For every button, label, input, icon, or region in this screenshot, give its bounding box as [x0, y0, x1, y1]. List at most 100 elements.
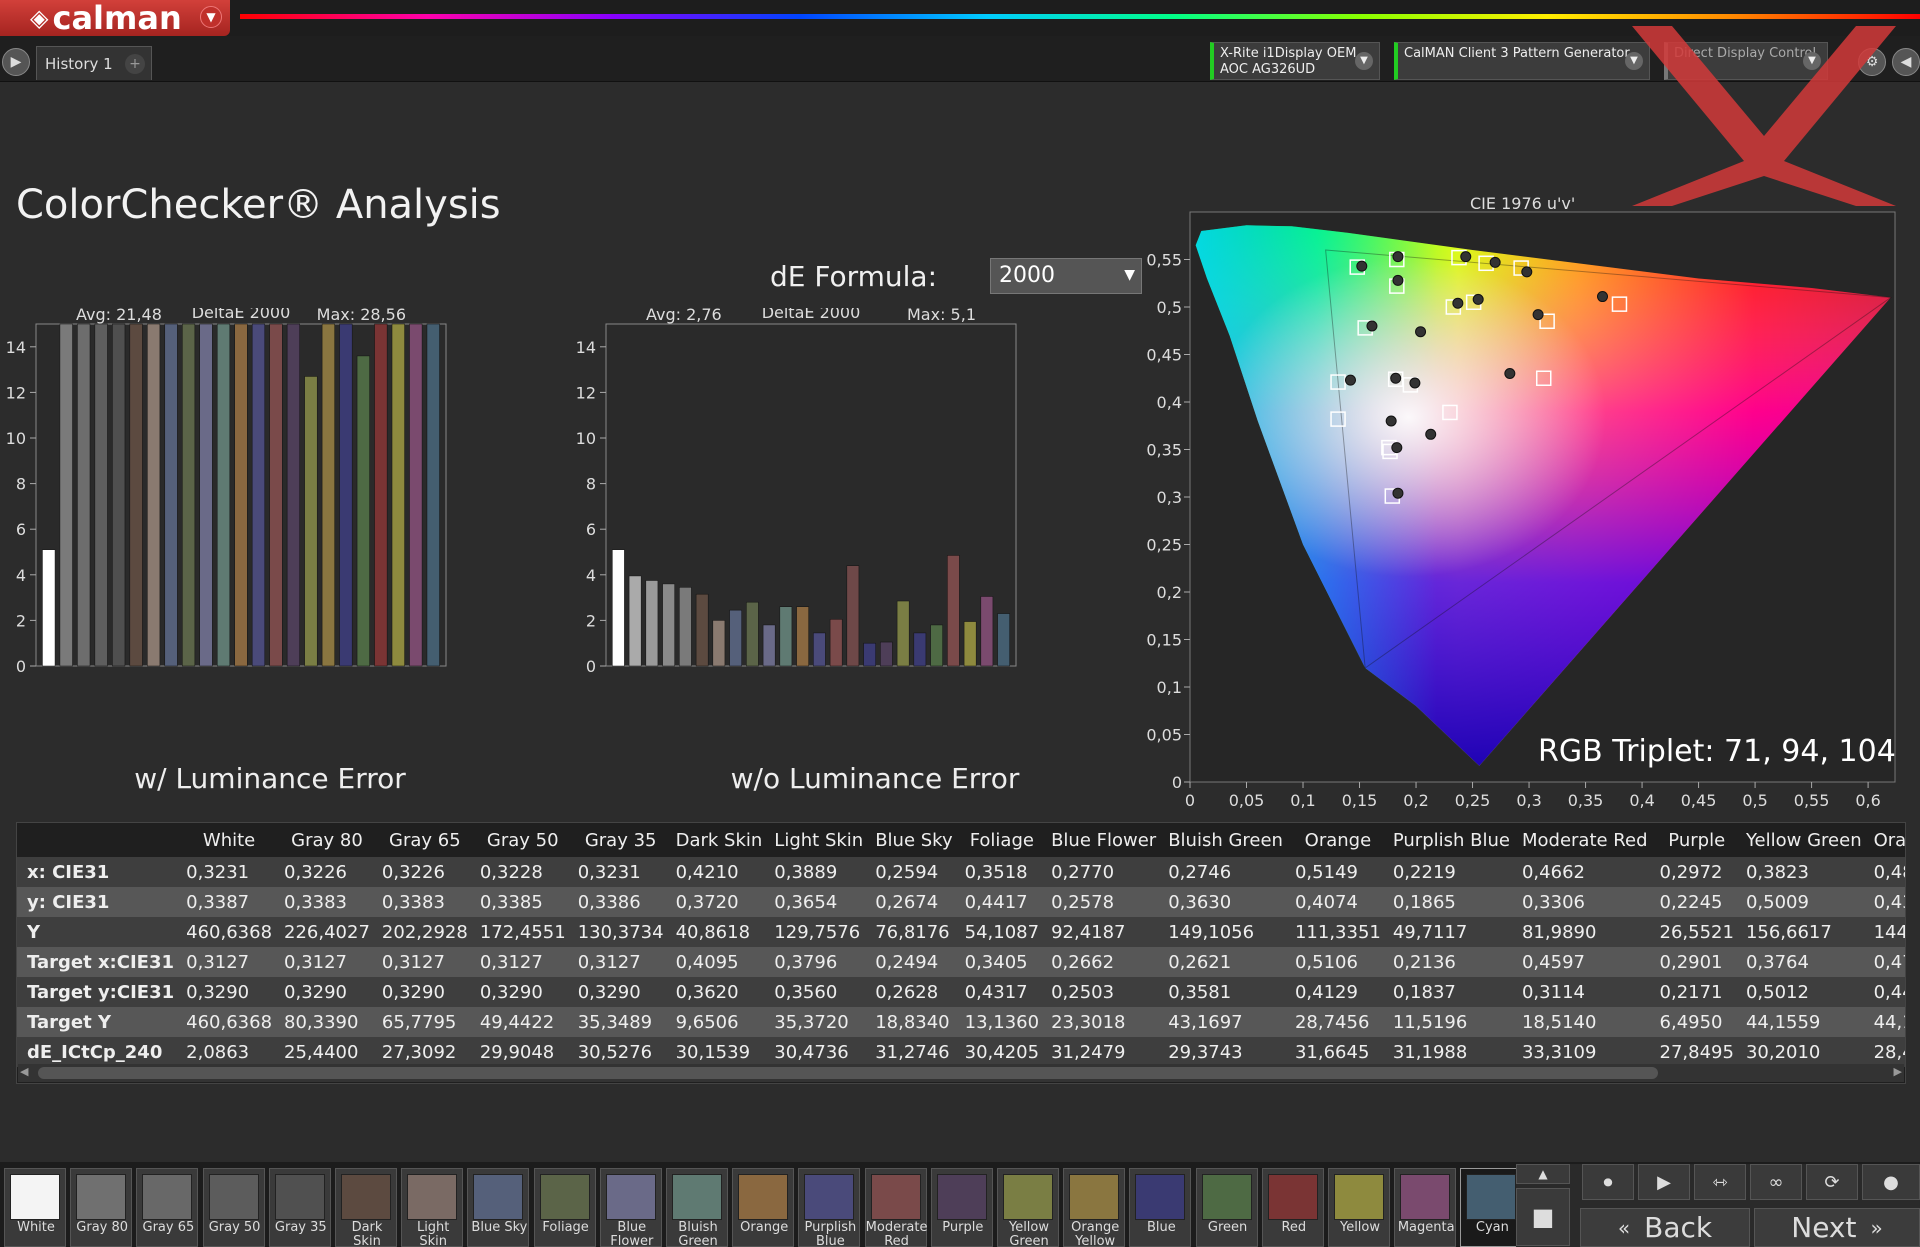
y-tick-label: 2 — [16, 611, 26, 630]
table-header-cell: Blue Sky — [875, 829, 953, 851]
x-tick-label: 0,1 — [1290, 791, 1315, 810]
bar — [829, 619, 843, 667]
table-cell: 0,3290 — [473, 977, 572, 1007]
play-icon[interactable]: ▶ — [2, 48, 30, 76]
table-horizontal-scrollbar[interactable]: ◀ ▶ — [18, 1064, 1904, 1082]
swatch-bluish-green[interactable]: Bluish Green — [666, 1168, 728, 1247]
swatch-color — [341, 1174, 391, 1220]
swatch-label: Purplish Blue — [804, 1220, 857, 1247]
next-button[interactable]: Next » — [1754, 1208, 1920, 1247]
swatch-dark-skin[interactable]: Dark Skin — [335, 1168, 397, 1247]
table-cell: 30,4736 — [768, 1037, 870, 1067]
bar — [42, 549, 56, 667]
swatch-red[interactable]: Red — [1261, 1168, 1324, 1247]
table-cell: 31,2746 — [869, 1037, 959, 1067]
chevron-up-icon[interactable]: ▲ — [1516, 1164, 1570, 1184]
chevron-left-icon[interactable]: ◀ — [20, 1065, 28, 1078]
chevron-down-icon[interactable]: ▼ — [1355, 52, 1373, 70]
back-button[interactable]: « Back — [1580, 1208, 1750, 1247]
swatch-cyan[interactable]: Cyan — [1460, 1168, 1523, 1247]
table-row: x: CIE31 0,3231 0,3226 0,3226 0,3228 0,3231 0,… — [17, 857, 1905, 887]
swatch-blue[interactable]: Blue — [1129, 1168, 1192, 1247]
table-cell: 0,3306 — [1515, 887, 1654, 917]
chevron-down-icon[interactable]: ▼ — [200, 6, 222, 28]
record-icon[interactable]: ⏺ — [1582, 1164, 1634, 1200]
swatch-magenta[interactable]: Magenta — [1394, 1168, 1457, 1247]
swatch-blue-flower[interactable]: Blue Flower — [599, 1168, 662, 1247]
add-tab-button[interactable]: + — [125, 54, 145, 74]
swatch-foliage[interactable]: Foliage — [533, 1168, 596, 1247]
table-cell: 0,4317 — [958, 977, 1046, 1007]
stop-icon[interactable]: ■ — [1516, 1188, 1570, 1246]
table-cell: 0,2494 — [869, 947, 959, 977]
swatch-blue-sky[interactable]: Blue Sky — [467, 1168, 530, 1247]
bar — [234, 323, 248, 667]
table-cell: 202,2928 — [375, 917, 474, 947]
y-tick-label: 0 — [16, 657, 26, 676]
scrollbar-thumb[interactable] — [38, 1067, 1658, 1079]
swatch-yellow-green[interactable]: Yellow Green — [997, 1168, 1059, 1247]
table-header-cell: Purple — [1668, 829, 1726, 851]
table-cell: 0,3127 — [571, 947, 670, 977]
swatch-color — [605, 1174, 656, 1220]
swatch-label: Magenta — [1397, 1220, 1455, 1235]
table-cell: 0,3796 — [768, 947, 870, 977]
swatch-gray-50[interactable]: Gray 50 — [202, 1168, 265, 1247]
tab-history-1[interactable]: History 1 + — [36, 46, 152, 80]
chevron-right-icon[interactable]: ▶ — [1894, 1065, 1902, 1078]
swatch-gray-35[interactable]: Gray 35 — [268, 1168, 331, 1247]
play-icon[interactable]: ▶ — [1638, 1164, 1690, 1200]
swatch-moderate-red[interactable]: Moderate Red — [864, 1168, 928, 1247]
swatch-color — [407, 1174, 458, 1220]
table-cell: 35,3489 — [571, 1007, 670, 1037]
table-cell: 0,4449 — [1867, 977, 1905, 1007]
table-cell: 9,6506 — [669, 1007, 769, 1037]
swatch-white[interactable]: White — [4, 1168, 66, 1247]
loop-icon[interactable]: ∞ — [1750, 1164, 1802, 1200]
calman-logo-icon: ◈ — [30, 4, 49, 32]
table-cell: 44,1559 — [1739, 1007, 1868, 1037]
measurement-table: White Gray 80 Gray 65 Gray 50 Gray 35 Dark Sk… — [16, 822, 1906, 1084]
table-cell: 0,3654 — [768, 887, 870, 917]
table-row: y: CIE31 0,3387 0,3383 0,3383 0,3385 0,3386 0,… — [17, 887, 1905, 917]
swatch-yellow[interactable]: Yellow — [1328, 1168, 1390, 1247]
swatch-green[interactable]: Green — [1195, 1168, 1258, 1247]
table-cell: 49,7117 — [1386, 917, 1516, 947]
table-cell: 0,3226 — [375, 857, 474, 887]
table-cell: 156,6617 — [1739, 917, 1868, 947]
swatch-orange-yellow[interactable]: Orange Yellow — [1063, 1168, 1126, 1247]
swatch-orange[interactable]: Orange — [732, 1168, 795, 1247]
measured-point — [1489, 256, 1501, 268]
swatch-purple[interactable]: Purple — [930, 1168, 993, 1247]
swatch-gray-80[interactable]: Gray 80 — [70, 1168, 133, 1247]
device-pattern-generator[interactable]: CalMAN Client 3 Pattern Generator ▼ — [1394, 42, 1650, 80]
swatch-color — [1069, 1174, 1120, 1220]
bar — [164, 323, 178, 667]
calman-logo-button[interactable]: ◈ calman ▼ — [0, 0, 230, 37]
de-formula-select[interactable]: 2000 ▼ — [990, 258, 1142, 294]
bar — [216, 323, 231, 667]
swatch-gray-65[interactable]: Gray 65 — [136, 1168, 199, 1247]
bar — [679, 587, 692, 667]
table-cell: 0,2628 — [869, 977, 959, 1007]
swatch-color — [936, 1174, 987, 1220]
step-icon[interactable]: ⇿ — [1694, 1164, 1746, 1200]
swatch-label: Orange — [740, 1220, 789, 1235]
max-label: Max: 5,1 — [907, 308, 976, 324]
y-tick-label: 0,1 — [1157, 678, 1182, 697]
chevron-left-icon[interactable]: ◀ — [1892, 48, 1920, 76]
table-cell: 0,4074 — [1288, 887, 1387, 917]
chevron-double-left-icon: « — [1617, 1215, 1631, 1240]
swatch-purplish-blue[interactable]: Purplish Blue — [798, 1168, 861, 1247]
x-tick-label: 0,4 — [1629, 791, 1654, 810]
y-tick-label: 0,15 — [1146, 631, 1182, 650]
settings-icon[interactable]: ● — [1862, 1164, 1920, 1200]
table-cell: 0,5009 — [1739, 887, 1868, 917]
device-meter[interactable]: X-Rite i1Display OEM AOC AG326UD ▼ — [1210, 42, 1380, 80]
bar — [880, 641, 893, 667]
refresh-icon[interactable]: ⟳ — [1806, 1164, 1858, 1200]
x-tick-label: 0,6 — [1855, 791, 1880, 810]
table-cell: 0,3290 — [278, 977, 376, 1007]
bar-chart-without-luminance: Avg: 2,76 DeltaE 2000 Max: 5,1 0 2 4 6 8 10 12 14 — [576, 308, 1017, 676]
swatch-light-skin[interactable]: Light Skin — [401, 1168, 464, 1247]
